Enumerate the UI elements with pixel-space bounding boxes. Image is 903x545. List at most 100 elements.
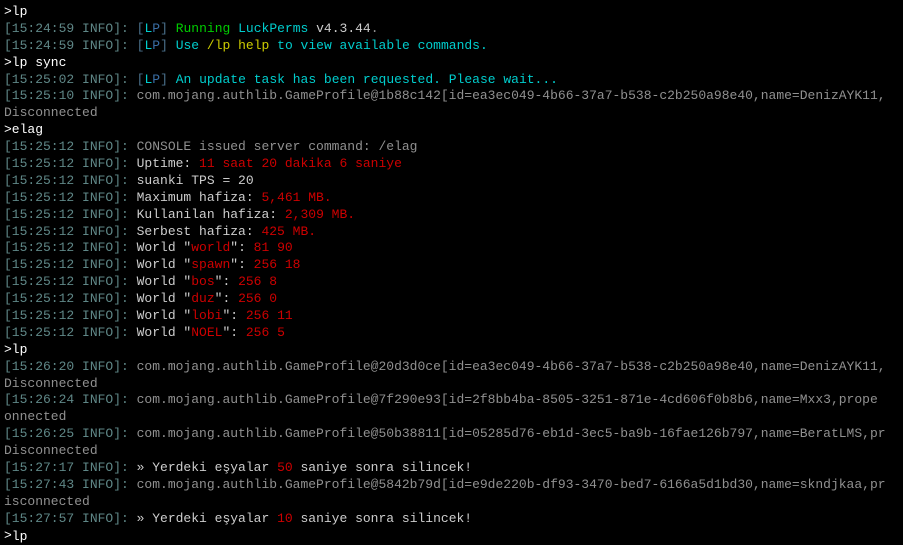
text-segment: 256 0 [238,291,277,306]
text-segment: World " [129,274,191,289]
text-segment: suanki TPS = 20 [129,173,254,188]
text-segment: saniye sonra silincek! [293,460,472,475]
text-segment: Maximum hafiza: [129,190,262,205]
console-line: [15:25:12 INFO]: Kullanilan hafiza: 2,30… [4,207,899,224]
luckperms-tag: [LP] [137,72,168,87]
text-segment: Serbest hafiza: [129,224,262,239]
text-segment: 2,309 MB. [285,207,355,222]
text-segment: LuckPerms [230,21,308,36]
text-segment: World " [129,291,191,306]
console-input[interactable] [12,529,899,544]
timestamp: [15:25:12 INFO]: [4,308,129,323]
timestamp: [15:25:12 INFO]: [4,173,129,188]
text-segment: ": [215,274,238,289]
text-segment: saniye sonra silincek! [293,511,472,526]
console-line: [15:26:20 INFO]: com.mojang.authlib.Game… [4,359,899,376]
timestamp: [15:26:20 INFO]: [4,359,129,374]
console-line: [15:27:17 INFO]: » Yerdeki eşyalar 50 sa… [4,460,899,477]
timestamp: [15:25:12 INFO]: [4,291,129,306]
timestamp: [15:25:12 INFO]: [4,156,129,171]
continuation-text: Disconnected [4,376,98,391]
console-line: [15:25:10 INFO]: com.mojang.authlib.Game… [4,88,899,105]
text-segment: to view available commands. [269,38,487,53]
timestamp: [15:25:12 INFO]: [4,139,129,154]
console-line: [15:27:57 INFO]: » Yerdeki eşyalar 10 sa… [4,511,899,528]
text-segment: . [371,21,379,36]
timestamp: [15:24:59 INFO]: [4,38,129,53]
console-output: >lp [15:24:59 INFO]: [LP] Running LuckPer… [4,4,899,528]
log-text: com.mojang.authlib.GameProfile@5842b79d[… [129,477,886,492]
text-segment: bos [191,274,214,289]
text-segment: Running [176,21,231,36]
text-segment: /lp help [207,38,269,53]
console-input-echo: >lp [4,342,899,359]
console-line: onnected [4,409,899,426]
timestamp: [15:25:12 INFO]: [4,207,129,222]
text-segment: 81 90 [254,240,293,255]
text-segment: An update task has been requested. Pleas… [176,72,558,87]
text-segment: 256 18 [254,257,301,272]
text-segment: » Yerdeki eşyalar [129,511,277,526]
console-line: Disconnected [4,376,899,393]
text-segment: ": [222,308,245,323]
text-segment: ": [215,291,238,306]
continuation-text: Disconnected [4,443,98,458]
continuation-text: onnected [4,409,66,424]
log-text: com.mojang.authlib.GameProfile@1b88c142[… [129,88,886,103]
console-line: [15:27:43 INFO]: com.mojang.authlib.Game… [4,477,899,494]
timestamp: [15:27:43 INFO]: [4,477,129,492]
text-segment: world [191,240,230,255]
text-segment: v4.3.44 [308,21,370,36]
continuation-text: isconnected [4,494,90,509]
timestamp: [15:25:02 INFO]: [4,72,129,87]
console-input-echo: >lp sync [4,55,899,72]
timestamp: [15:25:10 INFO]: [4,88,129,103]
text-segment: Use [176,38,207,53]
text-segment: NOEL [191,325,222,340]
input-text: >lp [4,4,27,19]
console-input-echo: >elag [4,122,899,139]
luckperms-tag: [LP] [137,38,168,53]
timestamp: [15:25:12 INFO]: [4,325,129,340]
timestamp: [15:25:12 INFO]: [4,224,129,239]
console-line: [15:25:12 INFO]: World "spawn": 256 18 [4,257,899,274]
console-line: [15:25:12 INFO]: World "duz": 256 0 [4,291,899,308]
console-prompt-row[interactable]: > [4,528,899,545]
text-segment: 256 8 [238,274,277,289]
console-line: [15:25:12 INFO]: CONSOLE issued server c… [4,139,899,156]
log-text: com.mojang.authlib.GameProfile@7f290e93[… [129,392,878,407]
text-segment: World " [129,325,191,340]
text-segment: World " [129,308,191,323]
console-line: [15:25:12 INFO]: Maximum hafiza: 5,461 M… [4,190,899,207]
timestamp: [15:24:59 INFO]: [4,21,129,36]
input-text: >lp [4,342,27,357]
console-line: [15:25:12 INFO]: suanki TPS = 20 [4,173,899,190]
console-line: [15:26:25 INFO]: com.mojang.authlib.Game… [4,426,899,443]
prompt-symbol: > [4,528,12,545]
continuation-text: Disconnected [4,105,98,120]
text-segment: 10 [277,511,293,526]
text-segment: ": [230,257,253,272]
timestamp: [15:25:12 INFO]: [4,190,129,205]
text-segment: spawn [191,257,230,272]
luckperms-tag: [LP] [137,21,168,36]
text-segment: duz [191,291,214,306]
console-input-echo: >lp [4,4,899,21]
text-segment: 256 11 [246,308,293,323]
text-segment: 50 [277,460,293,475]
timestamp: [15:26:25 INFO]: [4,426,129,441]
text-segment: World " [129,240,191,255]
text-segment: World " [129,257,191,272]
timestamp: [15:26:24 INFO]: [4,392,129,407]
console-line: [15:25:12 INFO]: World "world": 81 90 [4,240,899,257]
timestamp: [15:25:12 INFO]: [4,240,129,255]
console-line: isconnected [4,494,899,511]
text-segment: 256 5 [246,325,285,340]
log-text: com.mojang.authlib.GameProfile@50b38811[… [129,426,886,441]
text-segment: 5,461 MB. [261,190,331,205]
input-text: >elag [4,122,43,137]
text-segment: 425 MB. [261,224,316,239]
log-text: com.mojang.authlib.GameProfile@20d3d0ce[… [129,359,886,374]
console-line: [15:25:12 INFO]: Serbest hafiza: 425 MB. [4,224,899,241]
console-line: [15:25:02 INFO]: [LP] An update task has… [4,72,899,89]
